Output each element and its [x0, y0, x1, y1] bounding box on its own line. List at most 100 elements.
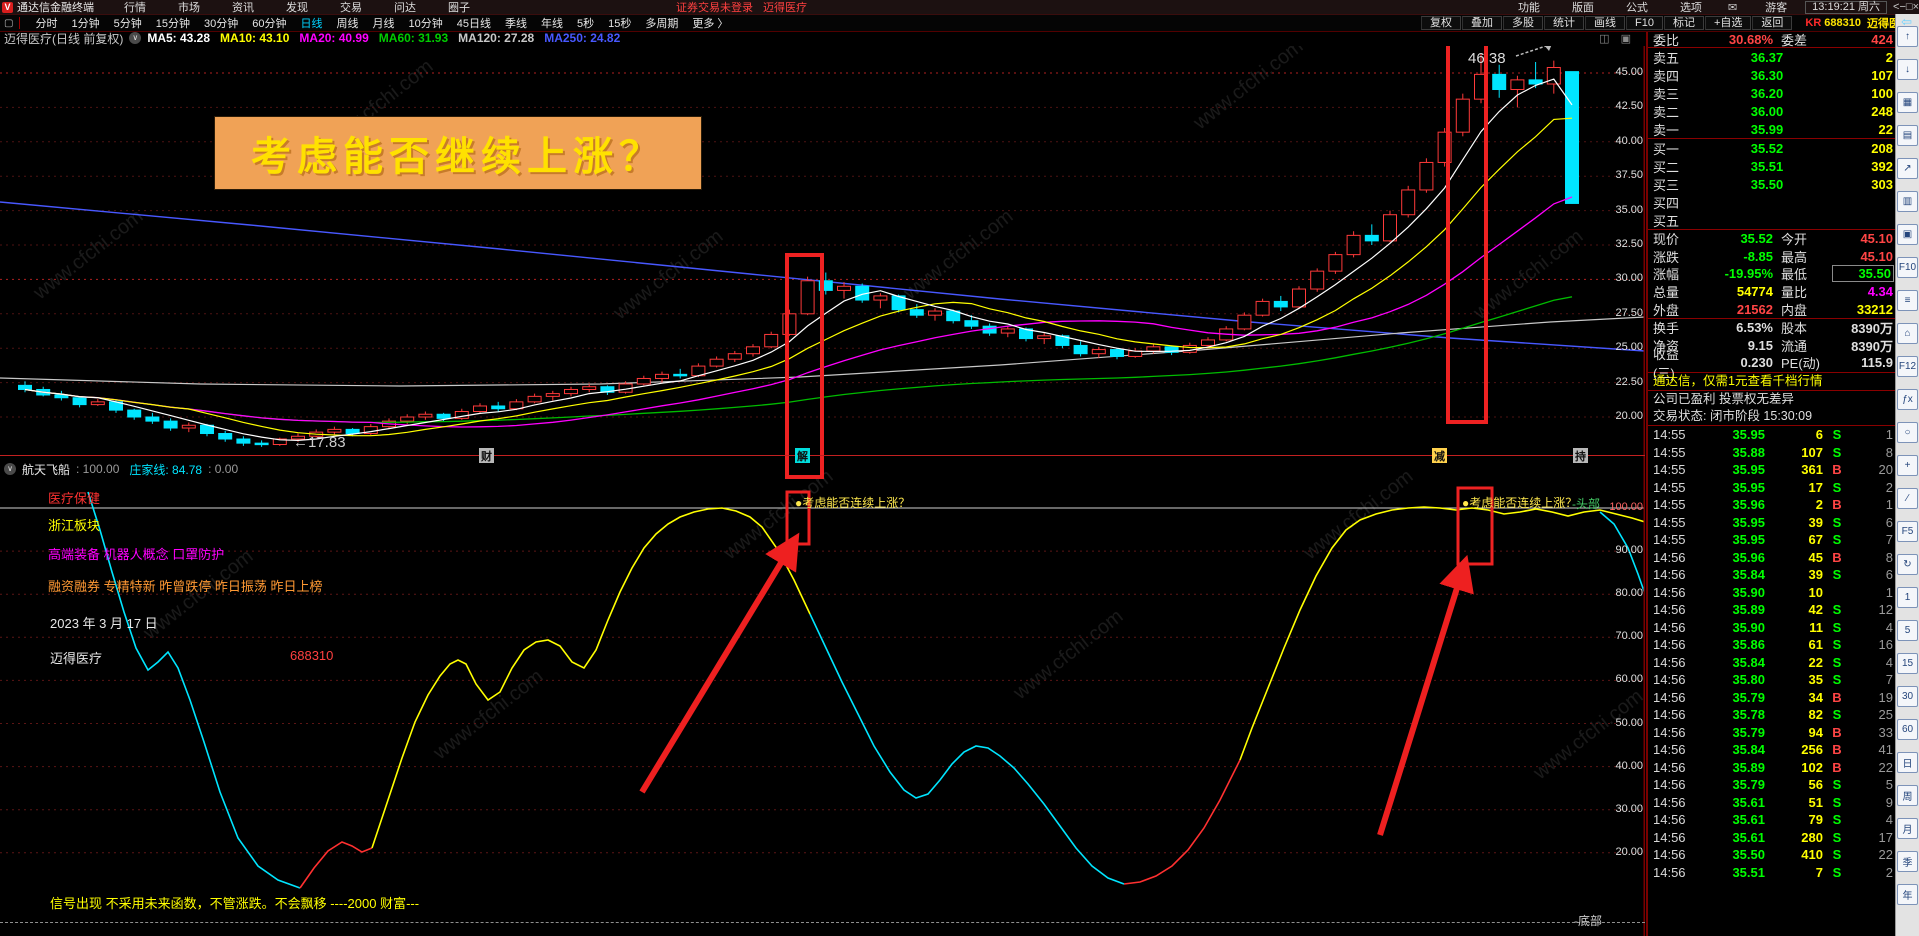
tape-flag: S: [1832, 707, 1842, 722]
event-badge-持[interactable]: 持: [1573, 448, 1588, 463]
period-60min-icon[interactable]: 60: [1897, 719, 1918, 740]
window-restore-button[interactable]: □: [1906, 1, 1913, 13]
period-day-icon[interactable]: 日: [1897, 752, 1918, 773]
collapse-chevron-icon[interactable]: ∨: [129, 32, 142, 44]
chart-header-icons[interactable]: ◫ ▣: [1599, 32, 1635, 45]
period-tab-60分钟[interactable]: 60分钟: [245, 18, 293, 30]
trend-chart-icon[interactable]: ↗: [1897, 158, 1918, 179]
back-arrow-icon[interactable]: ⇦: [1901, 14, 1912, 30]
buy-row-1[interactable]: 买二 35.51 392: [1648, 157, 1898, 175]
login-notice[interactable]: 证券交易未登录: [676, 0, 753, 15]
menu-item-2[interactable]: 资讯: [216, 2, 270, 14]
action-button-3[interactable]: 统计: [1543, 15, 1584, 30]
period-tab-45日线[interactable]: 45日线: [450, 18, 498, 30]
move-crosshair-icon[interactable]: +: [1897, 455, 1918, 476]
action-button-7[interactable]: +自选: [1704, 15, 1752, 30]
f5-switch-icon[interactable]: F5: [1897, 521, 1918, 542]
indicator-collapse-icon[interactable]: ∨: [4, 463, 16, 475]
page-down-icon[interactable]: ↓: [1897, 59, 1918, 80]
period-tab-日线[interactable]: 日线: [293, 18, 329, 30]
period-tab-10分钟[interactable]: 10分钟: [401, 18, 449, 30]
user-label[interactable]: 游客: [1765, 0, 1787, 15]
message-icon[interactable]: ✉: [1728, 1, 1737, 14]
company-icon[interactable]: ⌂: [1897, 323, 1918, 344]
action-button-0[interactable]: 复权: [1420, 15, 1461, 30]
right-menu-item-0[interactable]: 功能: [1502, 2, 1556, 14]
period-tab-1分钟[interactable]: 1分钟: [64, 18, 106, 30]
period-week-icon[interactable]: 周: [1897, 785, 1918, 806]
clock-icon[interactable]: ○: [1897, 422, 1918, 443]
action-button-1[interactable]: 叠加: [1461, 15, 1502, 30]
period-tab-30分钟[interactable]: 30分钟: [197, 18, 245, 30]
period-30min-icon[interactable]: 30: [1897, 686, 1918, 707]
event-badge-解[interactable]: 解: [795, 448, 810, 463]
action-button-8[interactable]: 返回: [1752, 15, 1793, 30]
sell-row-0[interactable]: 卖五 36.37 2: [1648, 48, 1898, 66]
sell-row-4[interactable]: 卖一 35.99 22: [1648, 120, 1898, 138]
sell-row-2[interactable]: 卖三 36.20 100: [1648, 84, 1898, 102]
period-tab-周线[interactable]: 周线: [329, 18, 365, 30]
refresh-icon[interactable]: ↻: [1897, 554, 1918, 575]
period-month-icon[interactable]: 月: [1897, 818, 1918, 839]
period-tab-5秒[interactable]: 5秒: [570, 18, 601, 30]
period-15min-icon[interactable]: 15: [1897, 653, 1918, 674]
candle-body: [1492, 73, 1507, 91]
quote-grid-icon[interactable]: ▦: [1897, 92, 1918, 113]
right-menu-item-2[interactable]: 公式: [1610, 2, 1664, 14]
period-year-icon[interactable]: 年: [1897, 884, 1918, 905]
ad-banner[interactable]: 通达信，仅需1元查看千档行情: [1648, 373, 1898, 390]
buy-row-0[interactable]: 买一 35.52 208: [1648, 139, 1898, 157]
period-tab-多周期[interactable]: 多周期: [638, 18, 685, 30]
buy-row-2[interactable]: 买三 35.50 303: [1648, 175, 1898, 193]
menu-item-4[interactable]: 交易: [324, 2, 378, 14]
period-tab-15秒[interactable]: 15秒: [601, 18, 638, 30]
formula-icon[interactable]: ƒx: [1897, 389, 1918, 410]
tape-time: 14:56: [1653, 759, 1686, 775]
period-tab-季线[interactable]: 季线: [498, 18, 534, 30]
menu-item-3[interactable]: 发现: [270, 2, 324, 14]
period-tab-年线[interactable]: 年线: [534, 18, 570, 30]
menu-item-0[interactable]: 行情: [108, 2, 162, 14]
buy-row-3[interactable]: 买四: [1648, 193, 1898, 211]
period-tab-15分钟[interactable]: 15分钟: [149, 18, 197, 30]
red-arrow[interactable]: [639, 532, 800, 794]
menu-item-5[interactable]: 问达: [378, 2, 432, 14]
candle-body: [1546, 66, 1561, 85]
f12-trade-icon[interactable]: F12: [1897, 356, 1918, 377]
draw-pencil-icon[interactable]: ∕: [1897, 488, 1918, 509]
action-button-4[interactable]: 画线: [1584, 15, 1625, 30]
window-close-button[interactable]: ×: [1913, 1, 1919, 13]
menu-item-1[interactable]: 市场: [162, 2, 216, 14]
red-arrow[interactable]: [1377, 554, 1474, 836]
time-sales-list[interactable]: 14:55 35.95 6 S 1 14:55 35.88 107 S 8 14:55 35.95 36…: [1648, 426, 1898, 881]
period-tab-分时[interactable]: 分时: [28, 18, 64, 30]
multi-pane-icon[interactable]: ▣: [1897, 224, 1918, 245]
period-tab-5分钟[interactable]: 5分钟: [107, 18, 149, 30]
block-tree-icon[interactable]: ≡: [1897, 290, 1918, 311]
pane-layout-icon[interactable]: ▢: [4, 18, 13, 29]
period-1min-icon[interactable]: 1: [1897, 587, 1918, 608]
kline-chart-icon[interactable]: ▥: [1897, 191, 1918, 212]
period-quarter-icon[interactable]: 季: [1897, 851, 1918, 872]
action-button-5[interactable]: F10: [1625, 15, 1663, 30]
report-table-icon[interactable]: ▤: [1897, 125, 1918, 146]
price-axis-label: 40.00: [1615, 134, 1643, 147]
event-badge-减[interactable]: 减: [1432, 448, 1447, 463]
period-tab-月线[interactable]: 月线: [365, 18, 401, 30]
sell-row-3[interactable]: 卖二 36.00 248: [1648, 102, 1898, 120]
action-button-2[interactable]: 多股: [1502, 15, 1543, 30]
f10-info-icon[interactable]: F10: [1897, 257, 1918, 278]
sell-row-1[interactable]: 卖四 36.30 107: [1648, 66, 1898, 84]
tape-flag: S: [1832, 637, 1842, 652]
more-periods-button[interactable]: 更多 〉: [685, 15, 735, 31]
buy-row-4[interactable]: 买五: [1648, 211, 1898, 229]
period-5min-icon[interactable]: 5: [1897, 620, 1918, 641]
action-button-6[interactable]: 标记: [1663, 15, 1704, 30]
right-menu-item-1[interactable]: 版面: [1556, 2, 1610, 14]
tape-price: 35.89: [1732, 759, 1765, 775]
event-badge-财[interactable]: 财: [479, 448, 494, 463]
right-menu-item-3[interactable]: 选项: [1664, 2, 1718, 14]
menu-item-6[interactable]: 圈子: [432, 2, 486, 14]
notice-stock-name[interactable]: 迈得医疗: [763, 0, 807, 15]
panel-divider[interactable]: [0, 455, 1645, 456]
